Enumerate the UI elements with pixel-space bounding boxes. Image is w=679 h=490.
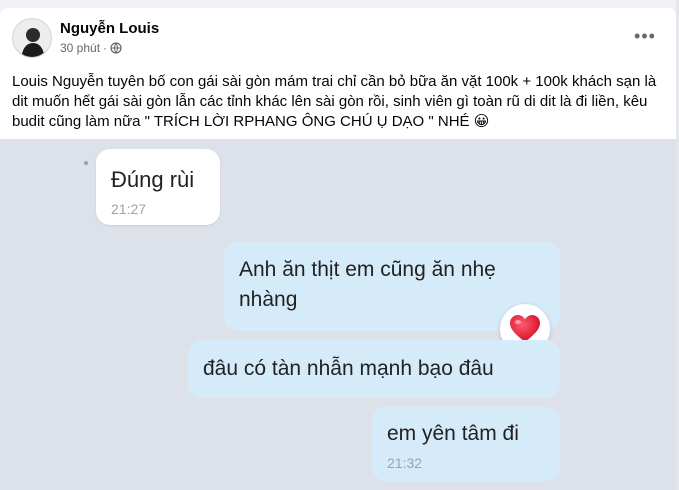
message-time: 21:32 <box>387 455 423 471</box>
outgoing-message: đâu có tàn nhẫn mạnh bạo đâu <box>188 340 560 398</box>
post-card: Nguyễn Louis 30 phút · ••• Louis Nguyễn … <box>0 8 676 490</box>
message-time: 21:27 <box>111 201 147 217</box>
post-text: Louis Nguyễn tuyên bố con gái sài gòn má… <box>12 73 657 130</box>
globe-icon[interactable] <box>110 42 122 54</box>
outgoing-message: em yên tâm đi 21:32 <box>372 407 560 481</box>
author-name[interactable]: Nguyễn Louis <box>60 20 159 37</box>
message-text: Anh ăn thịt em cũng ăn nhẹ nhàng <box>239 258 496 311</box>
post-time[interactable]: 30 phút <box>60 41 100 55</box>
post-meta: 30 phút · <box>60 41 122 55</box>
post-photo[interactable]: Đúng rùi 21:27 Anh ăn thịt em cũng ăn nh… <box>0 139 676 490</box>
avatar[interactable] <box>12 18 52 58</box>
meta-separator: · <box>103 41 108 55</box>
incoming-message: Đúng rùi 21:27 <box>96 149 220 225</box>
avatar-image <box>13 19 51 57</box>
message-text: Đúng rùi <box>111 167 195 192</box>
message-text: em yên tâm đi <box>387 422 519 445</box>
message-text: đâu có tàn nhẫn mạnh bạo đâu <box>203 357 494 380</box>
chat-tail-dot <box>84 161 88 165</box>
post-header: Nguyễn Louis 30 phút · ••• <box>12 18 662 62</box>
more-options-icon[interactable]: ••• <box>628 22 662 50</box>
